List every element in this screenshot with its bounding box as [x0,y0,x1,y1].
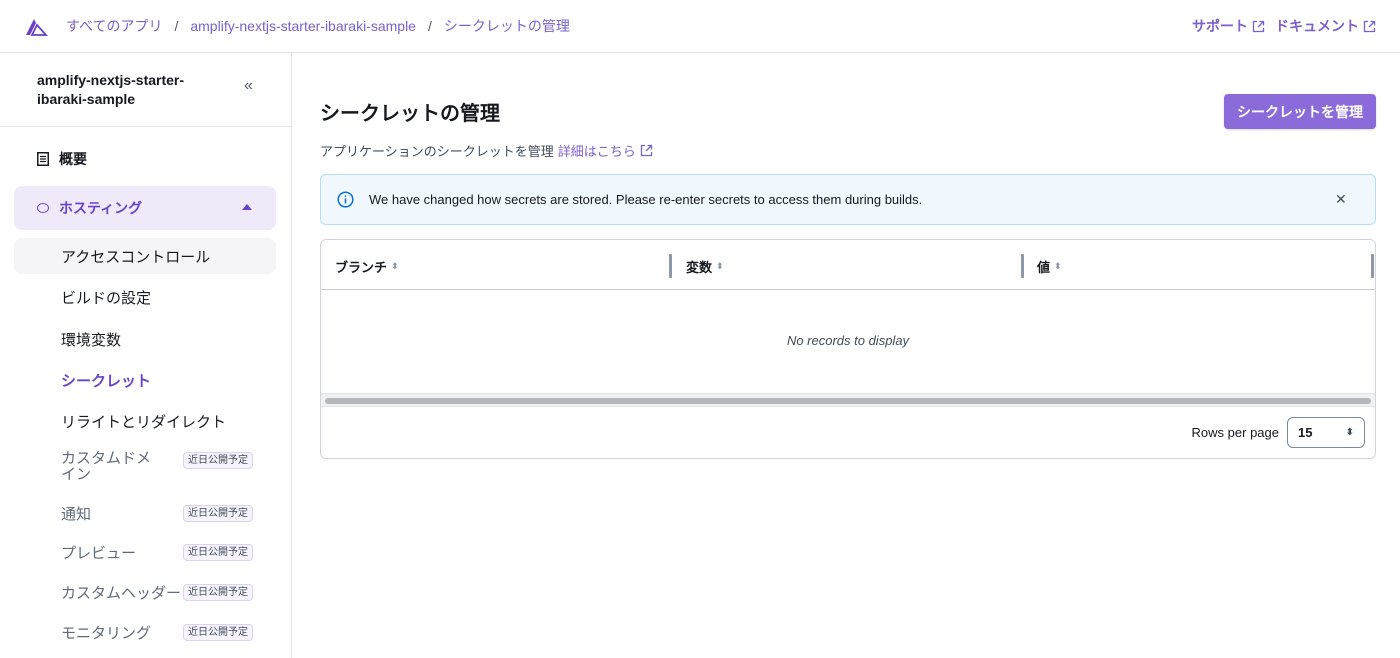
empty-state-text: No records to display [786,333,910,348]
breadcrumb-all-apps[interactable]: すべてのアプリ [66,16,162,36]
amplify-logo-icon[interactable] [24,14,48,38]
sort-icon: ⬍ [391,261,399,271]
rows-per-page-label: Rows per page [1191,425,1279,440]
column-resizer[interactable] [669,254,672,278]
description-text: アプリケーションのシークレットを管理 [320,144,554,159]
breadcrumb-separator: / [174,18,179,34]
sidebar-item-access-control[interactable]: アクセスコントロール [14,238,276,274]
column-label: 変数 [686,260,713,275]
sidebar-item-secrets[interactable]: シークレット [14,362,276,398]
sidebar-item-label: プレビュー [61,544,137,562]
column-header-variable[interactable]: 変数 ⬍ [686,257,724,276]
status-badge: 近日公開予定 [183,583,253,601]
support-link[interactable]: サポート [1192,16,1265,36]
table-header: ブランチ ⬍ 変数 ⬍ 値 ⬍ [321,240,1375,290]
alert-message: We have changed how secrets are stored. … [369,192,923,207]
status-badge: 近日公開予定 [183,543,253,561]
sort-icon: ⬍ [1054,261,1062,271]
rows-per-page-value: 15 [1298,425,1313,440]
info-alert: We have changed how secrets are stored. … [320,174,1376,225]
learn-more-link[interactable]: 詳細はこちら [558,141,653,160]
top-navigation: すべてのアプリ / amplify-nextjs-starter-ibaraki… [0,0,1400,53]
horizontal-scrollbar[interactable] [321,393,1375,407]
sidebar-header: amplify-nextjs-starter-ibaraki-sample « [0,53,291,127]
sidebar-item-rewrites-redirects[interactable]: リライトとリダイレクト [14,403,276,439]
sidebar-item-label: 環境変数 [61,331,122,349]
status-badge: 近日公開予定 [183,623,253,641]
secrets-table: ブランチ ⬍ 変数 ⬍ 値 ⬍ No records to display Ro… [320,239,1376,459]
caret-up-icon [242,204,252,210]
column-label: 値 [1037,260,1051,275]
page-title: シークレットの管理 [320,103,500,125]
sidebar: amplify-nextjs-starter-ibaraki-sample « … [0,53,292,658]
close-icon[interactable]: ✕ [1335,191,1347,208]
column-header-branch[interactable]: ブランチ ⬍ [335,257,399,276]
manage-secrets-button[interactable]: シークレットを管理 [1224,94,1376,129]
collapse-sidebar-button[interactable]: « [244,77,253,95]
scrollbar-thumb[interactable] [325,398,1371,404]
sidebar-item-label: カスタムドメイン [61,450,152,483]
sidebar-item-notifications: 通知 近日公開予定 [14,495,276,531]
breadcrumb-current: シークレットの管理 [443,18,570,34]
sidebar-item-label: 通知 [61,505,92,523]
sidebar-item-custom-headers: カスタムヘッダー 近日公開予定 [14,574,276,610]
rows-per-page-select[interactable]: 15 ⬍ [1287,417,1365,448]
column-resizer[interactable] [1371,254,1374,278]
hosting-icon [37,203,49,213]
sidebar-item-label: モニタリング [61,624,152,642]
sort-icon: ⬍ [716,261,724,271]
column-header-value[interactable]: 値 ⬍ [1037,257,1062,276]
document-icon [37,152,49,166]
select-caret-icon: ⬍ [1345,427,1354,438]
sidebar-item-label: ホスティング [59,200,143,216]
sidebar-item-custom-domain: カスタムドメイン 近日公開予定 [14,449,276,485]
sidebar-item-env-vars[interactable]: 環境変数 [14,321,276,357]
top-links: サポート ドキュメント [1192,16,1376,36]
status-badge: 近日公開予定 [183,452,253,469]
docs-link[interactable]: ドキュメント [1275,16,1376,36]
support-label: サポート [1192,18,1248,34]
main-content: シークレットの管理 アプリケーションのシークレットを管理 詳細はこちら シークレ… [292,53,1400,658]
sidebar-item-label: 概要 [59,151,87,167]
sidebar-item-label: カスタムヘッダー [61,584,182,602]
sidebar-item-label: シークレット [61,372,152,390]
sidebar-item-monitoring: モニタリング 近日公開予定 [14,614,276,650]
sidebar-item-label: リライトとリダイレクト [61,413,227,431]
external-link-icon [1252,20,1265,32]
breadcrumb-app[interactable]: amplify-nextjs-starter-ibaraki-sample [190,18,416,34]
page-description: アプリケーションのシークレットを管理 詳細はこちら [320,141,653,160]
sidebar-item-label: アクセスコントロール [61,248,211,266]
sidebar-item-overview[interactable]: 概要 [37,149,87,169]
sidebar-item-hosting[interactable]: ホスティング [14,186,276,230]
external-link-icon [640,144,652,157]
pagination: Rows per page 15 ⬍ [1192,417,1365,448]
sidebar-item-build-settings[interactable]: ビルドの設定 [14,279,276,315]
sidebar-item-label: ビルドの設定 [61,289,152,307]
sidebar-app-name: amplify-nextjs-starter-ibaraki-sample [37,72,185,107]
breadcrumb: すべてのアプリ / amplify-nextjs-starter-ibaraki… [66,16,570,36]
learn-more-label: 詳細はこちら [557,144,636,159]
column-resizer[interactable] [1021,254,1024,278]
info-icon [337,191,354,208]
status-badge: 近日公開予定 [183,504,253,522]
docs-label: ドキュメント [1275,18,1359,34]
external-link-icon [1363,20,1376,32]
column-label: ブランチ [335,260,388,275]
sidebar-item-previews: プレビュー 近日公開予定 [14,534,276,570]
breadcrumb-separator: / [427,18,432,34]
